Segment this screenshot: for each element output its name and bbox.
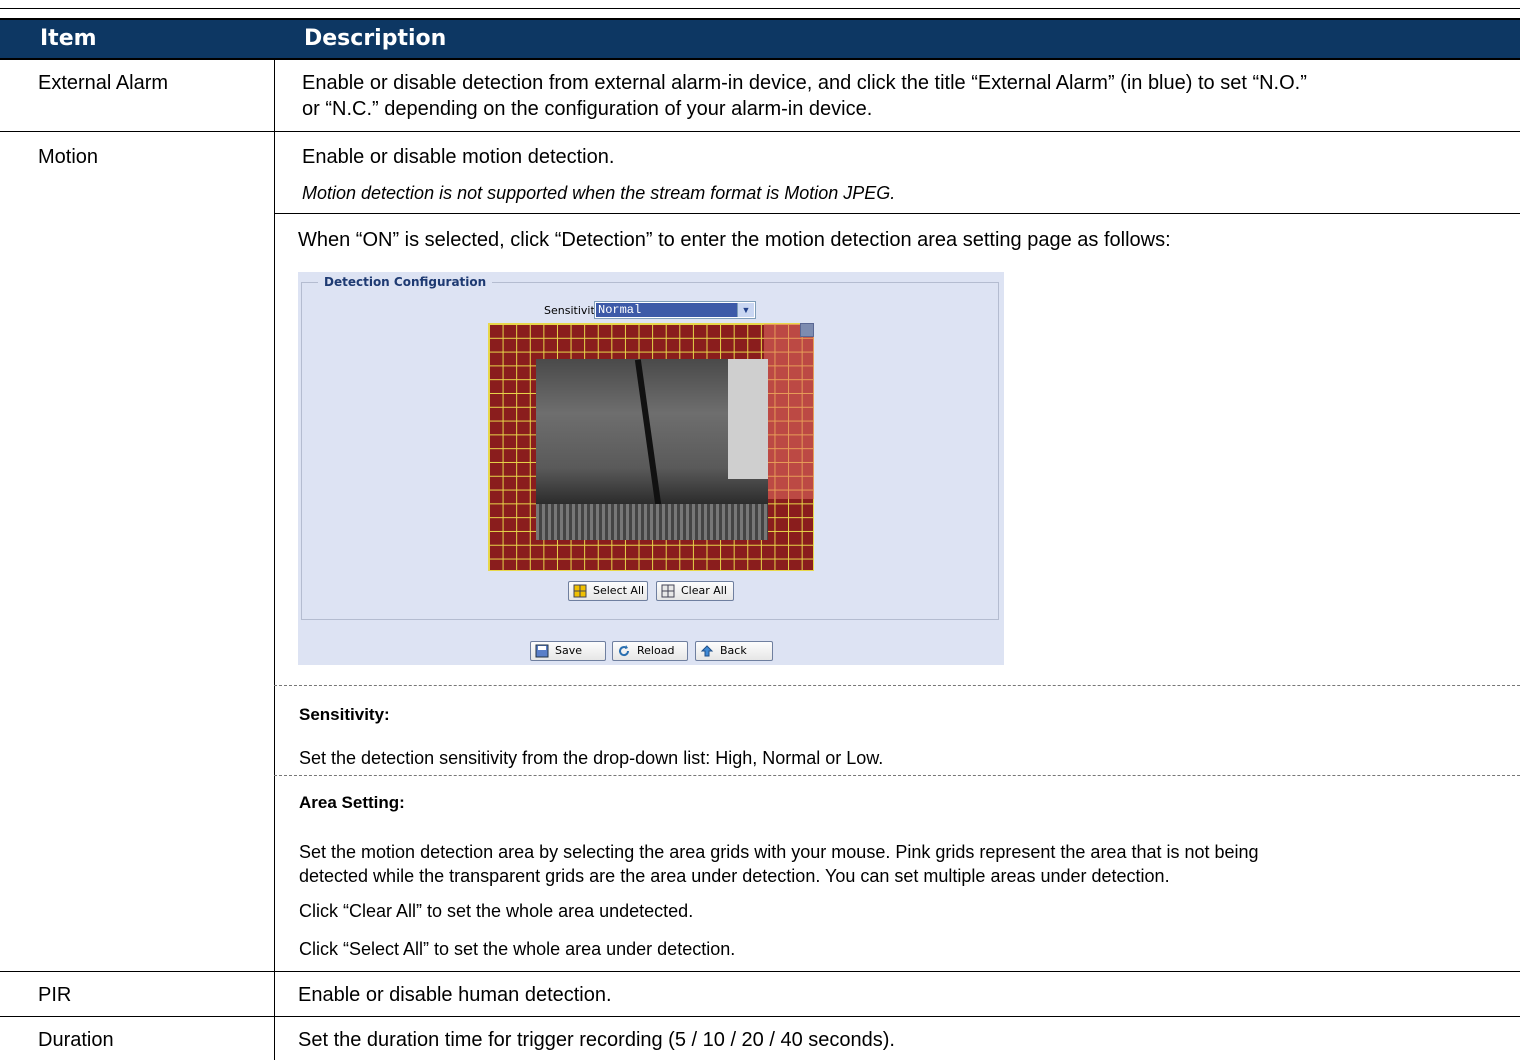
header-item: Item: [40, 26, 97, 51]
back-button[interactable]: Back: [695, 641, 773, 661]
external-alarm-desc-2: or “N.C.” depending on the configuration…: [302, 98, 873, 120]
column-divider: [274, 60, 275, 1060]
area-line-1: Set the motion detection area by selecti…: [299, 842, 1259, 862]
sensitivity-title: Sensitivity:: [299, 705, 390, 724]
camera-cable: [634, 359, 664, 519]
save-label: Save: [555, 644, 583, 657]
table-header: Item Description: [0, 18, 1520, 60]
motion-intro: When “ON” is selected, click “Detection”…: [298, 229, 1171, 251]
item-duration: Duration: [38, 1029, 114, 1051]
item-motion: Motion: [38, 146, 99, 168]
item-external-alarm: External Alarm: [38, 72, 169, 94]
select-all-label: Select All: [593, 584, 645, 597]
save-button[interactable]: Save: [530, 641, 606, 661]
clear-all-label: Clear All: [681, 584, 727, 597]
select-all-button[interactable]: Select All: [568, 581, 648, 601]
camera-floor: [536, 504, 768, 540]
detection-screenshot: Detection Configuration Sensitivity: Nor…: [298, 272, 1004, 665]
area-title: Area Setting:: [299, 793, 405, 812]
chevron-down-icon[interactable]: ▼: [737, 303, 754, 317]
duration-desc: Set the duration time for trigger record…: [298, 1029, 895, 1051]
motion-desc: Enable or disable motion detection.: [302, 146, 615, 168]
sensitivity-value: Normal: [596, 303, 738, 317]
dashed-separator: [274, 775, 1520, 776]
motion-note: Motion detection is not supported when t…: [302, 183, 896, 203]
dashed-separator: [274, 685, 1520, 686]
row-rule: [0, 971, 1520, 972]
sensitivity-select[interactable]: Normal ▼: [594, 301, 756, 319]
row-rule: [274, 213, 1520, 214]
header-description: Description: [304, 26, 447, 51]
back-label: Back: [720, 644, 747, 657]
clear-all-button[interactable]: Clear All: [656, 581, 734, 601]
area-line-4: Click “Select All” to set the whole area…: [299, 939, 736, 959]
item-pir: PIR: [38, 984, 72, 1006]
clear-all-icon: [661, 584, 675, 598]
camera-wall: [728, 359, 768, 479]
pir-desc: Enable or disable human detection.: [298, 984, 612, 1006]
area-line-3: Click “Clear All” to set the whole area …: [299, 901, 694, 921]
detection-legend: Detection Configuration: [318, 275, 493, 289]
back-arrow-icon: [700, 645, 714, 657]
sensitivity-text: Set the detection sensitivity from the d…: [299, 748, 884, 768]
reload-label: Reload: [637, 644, 675, 657]
floppy-disk-icon: [535, 644, 549, 658]
select-all-icon: [573, 584, 587, 598]
top-rule: [0, 8, 1520, 9]
grid-transparent-area: [764, 324, 814, 499]
grid-corner-cell[interactable]: [800, 323, 814, 337]
row-rule: [0, 1016, 1520, 1017]
camera-preview: [536, 359, 768, 540]
external-alarm-desc-1: Enable or disable detection from externa…: [302, 72, 1307, 94]
area-line-2: detected while the transparent grids are…: [299, 866, 1170, 886]
reload-button[interactable]: Reload: [612, 641, 688, 661]
row-rule: [0, 131, 1520, 132]
reload-icon: [619, 645, 630, 657]
